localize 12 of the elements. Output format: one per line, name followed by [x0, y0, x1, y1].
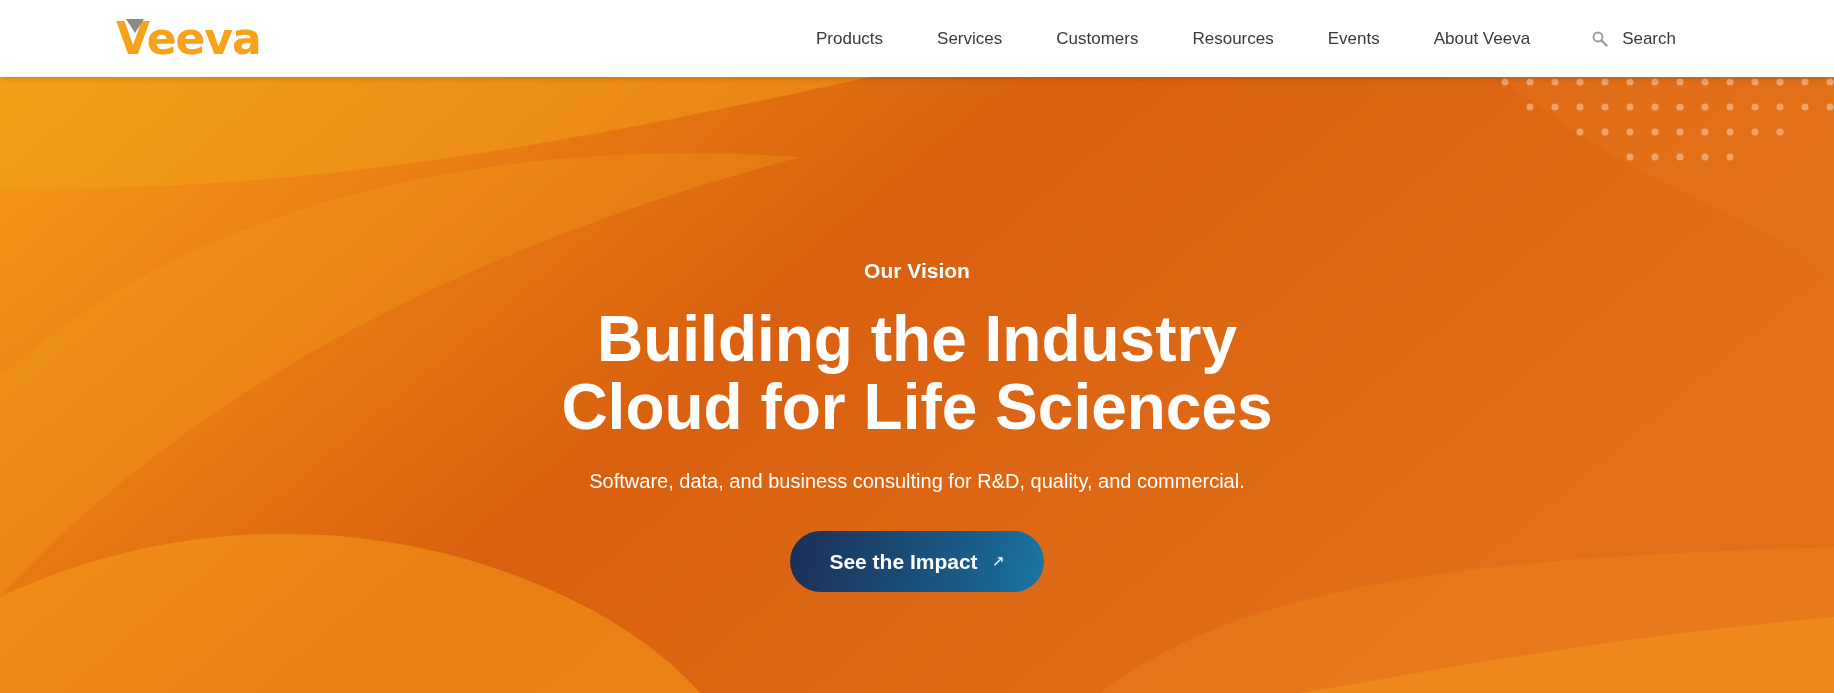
hero-subtitle: Software, data, and business consulting for R&D, quality, and commercial. [589, 471, 1245, 491]
hero-heading: Building the Industry Cloud for Life Sciences [561, 305, 1273, 441]
search-link[interactable]: Search [1592, 25, 1676, 52]
nav-link[interactable]: Products [816, 25, 884, 52]
nav-link[interactable]: Resources [1192, 25, 1274, 52]
search-icon [1592, 30, 1609, 47]
eyebrow-text: Our Vision [864, 260, 970, 281]
nav-link[interactable]: Customers [1056, 25, 1139, 52]
nav-link[interactable]: Services [937, 25, 1003, 52]
nav-link[interactable]: About Veeva [1433, 25, 1531, 52]
see-impact-button[interactable]: See the Impact ↗ [790, 531, 1044, 592]
nav-link[interactable]: Events [1327, 25, 1380, 52]
